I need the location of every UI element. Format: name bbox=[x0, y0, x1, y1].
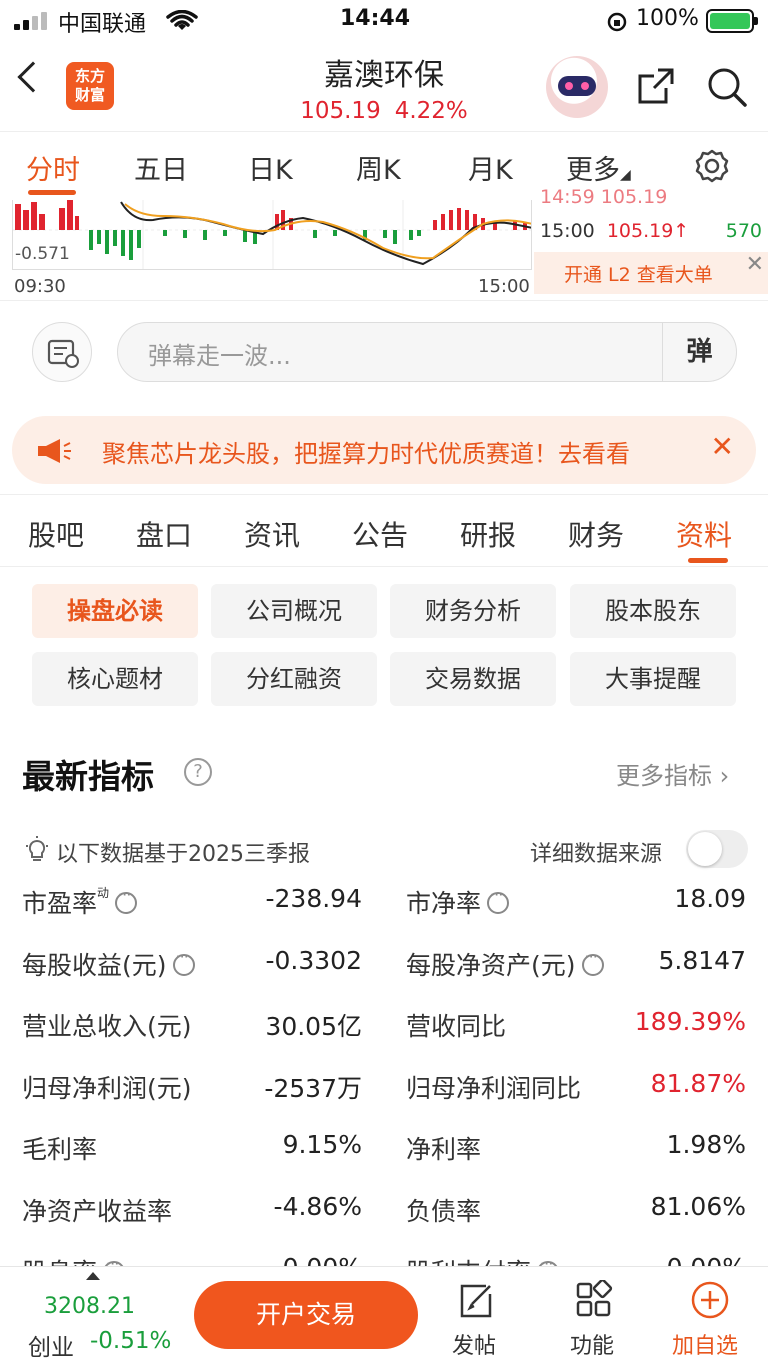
metric-label-text: 市盈率 bbox=[22, 889, 98, 918]
metric-label-text: 股利支付率 bbox=[406, 1258, 531, 1266]
info-dots-icon[interactable] bbox=[581, 947, 604, 976]
metric-label: 净资产收益率 bbox=[22, 1192, 172, 1228]
functions-grid-icon[interactable] bbox=[574, 1280, 614, 1320]
post-label[interactable]: 发帖 bbox=[452, 1328, 496, 1360]
index-name[interactable]: 创业 bbox=[28, 1328, 74, 1362]
metric-value: 18.09 bbox=[674, 884, 746, 913]
metric-value: 81.06% bbox=[650, 1192, 746, 1221]
metric-value: 189.39% bbox=[634, 1007, 746, 1036]
info-dots-icon[interactable] bbox=[487, 885, 510, 914]
metric-value: 30.05亿 bbox=[265, 1012, 362, 1041]
expand-arrow-icon[interactable] bbox=[86, 1272, 100, 1280]
metric-value: 0.00% bbox=[283, 1253, 362, 1266]
metric-value: -2537万 bbox=[264, 1074, 362, 1103]
metric-label: 归母净利润同比 bbox=[406, 1069, 581, 1105]
metric-label: 净利率 bbox=[406, 1130, 481, 1166]
index-change[interactable]: -0.51% bbox=[90, 1328, 171, 1354]
metric-label: 股利支付率 bbox=[406, 1253, 560, 1266]
metric-label-text: 每股收益(元) bbox=[22, 951, 167, 980]
metric-label-text: 股息率 bbox=[22, 1258, 97, 1266]
metric-label-text: 市净率 bbox=[406, 889, 482, 918]
metric-label: 市盈率动 bbox=[22, 884, 138, 920]
metric-label: 归母净利润(元) bbox=[22, 1069, 192, 1105]
open-account-button[interactable]: 开户交易 bbox=[194, 1281, 418, 1349]
metric-label-text: 毛利率 bbox=[22, 1135, 98, 1164]
metric-label: 毛利率 bbox=[22, 1130, 97, 1166]
functions-label[interactable]: 功能 bbox=[570, 1328, 614, 1360]
info-dots-icon[interactable] bbox=[172, 947, 195, 976]
post-icon[interactable] bbox=[456, 1280, 496, 1320]
metric-label-text: 净资产收益率 bbox=[22, 1197, 173, 1226]
metric-label: 每股收益(元) bbox=[22, 946, 195, 982]
metric-label-sup: 动 bbox=[97, 886, 110, 900]
metric-label-text: 净利率 bbox=[406, 1135, 482, 1164]
metric-label: 营收同比 bbox=[406, 1007, 506, 1043]
metric-label: 每股净资产(元) bbox=[406, 946, 604, 982]
info-dots-icon[interactable] bbox=[115, 885, 138, 914]
metric-label: 负债率 bbox=[406, 1192, 481, 1228]
metric-value: -4.86% bbox=[273, 1192, 362, 1221]
metric-label-text: 每股净资产(元) bbox=[406, 951, 576, 980]
metric-label-text: 归母净利润同比 bbox=[406, 1074, 582, 1103]
metric-value: 81.87% bbox=[650, 1069, 746, 1098]
index-value[interactable]: 3208.21 bbox=[44, 1294, 135, 1319]
metric-label: 股息率 bbox=[22, 1253, 126, 1266]
metric-label-text: 营业总收入(元) bbox=[22, 1012, 192, 1041]
metric-value: 5.8147 bbox=[658, 946, 746, 975]
metric-value: 0.00% bbox=[667, 1253, 746, 1266]
metric-label-text: 归母净利润(元) bbox=[22, 1074, 192, 1103]
metric-label-text: 营收同比 bbox=[406, 1012, 507, 1041]
metric-value: -0.3302 bbox=[265, 946, 363, 975]
metrics-table: 市盈率动 -238.94 市净率 18.09 每股收益(元) -0.3302 每股净资产(元… bbox=[0, 0, 768, 1266]
metric-label: 营业总收入(元) bbox=[22, 1007, 192, 1043]
metric-value: 1.98% bbox=[666, 1130, 746, 1159]
metric-label: 市净率 bbox=[406, 884, 510, 920]
add-watchlist-icon[interactable] bbox=[690, 1280, 730, 1320]
metric-label-text: 负债率 bbox=[406, 1197, 482, 1226]
metric-value: 9.15% bbox=[282, 1130, 362, 1159]
add-watchlist-label[interactable]: 加自选 bbox=[672, 1328, 738, 1360]
metric-value: -238.94 bbox=[265, 884, 363, 913]
